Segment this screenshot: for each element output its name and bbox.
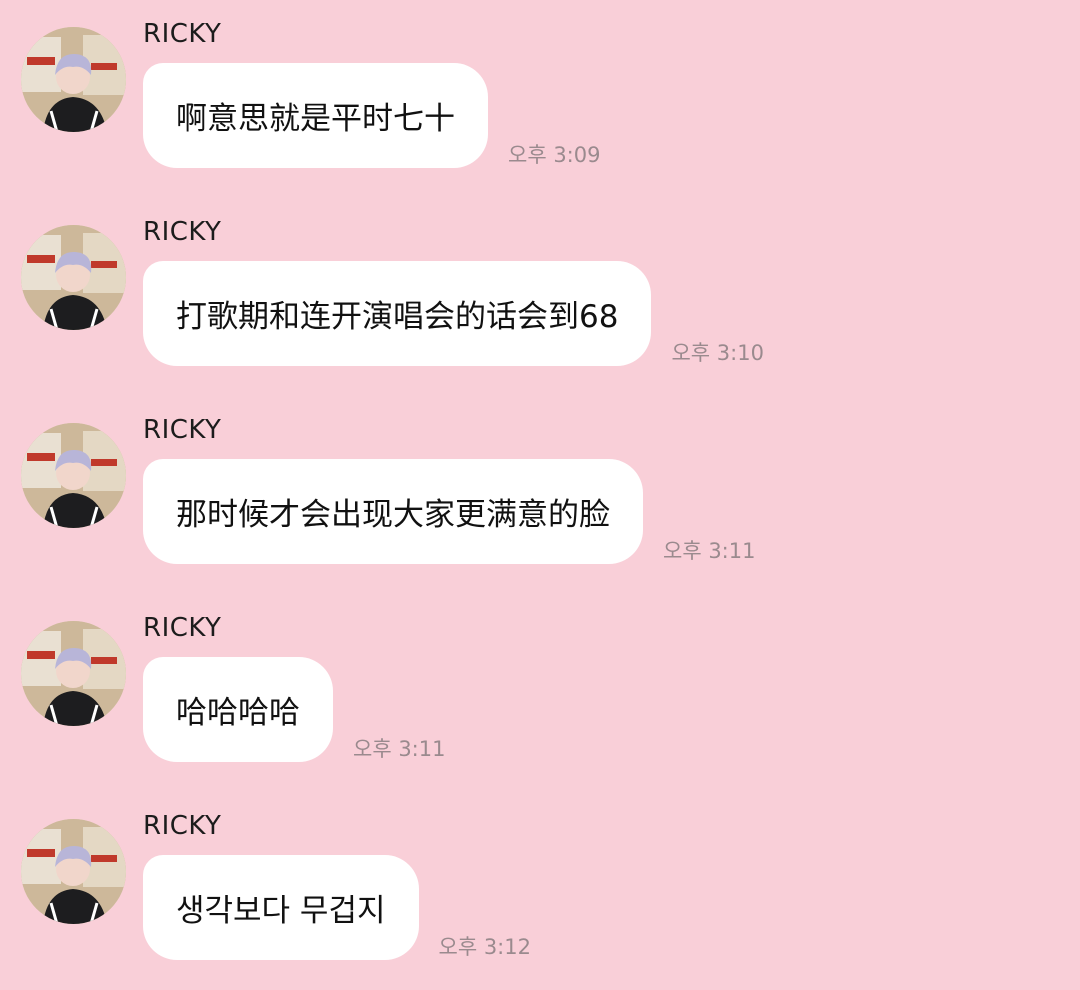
message-timestamp: 오후 3:12: [438, 935, 531, 959]
message-bubble[interactable]: 打歌期和连开演唱会的话会到68: [143, 261, 652, 366]
avatar-photo-icon: [21, 27, 126, 132]
message-timestamp: 오후 3:11: [353, 737, 446, 761]
sender-name: RICKY: [143, 217, 222, 247]
avatar-photo-icon: [21, 621, 126, 726]
message-timestamp: 오후 3:11: [663, 539, 756, 563]
chat-message: RICKY 哈哈哈哈 오후 3:11: [0, 594, 1080, 792]
message-bubble[interactable]: 哈哈哈哈: [143, 657, 333, 762]
avatar[interactable]: [21, 27, 126, 132]
message-bubble[interactable]: 那时候才会出现大家更满意的脸: [143, 459, 643, 564]
message-timestamp: 오후 3:10: [671, 341, 764, 365]
message-timestamp: 오후 3:09: [508, 143, 601, 167]
chat-message: RICKY 那时候才会出现大家更满意的脸 오후 3:11: [0, 396, 1080, 594]
avatar-photo-icon: [21, 423, 126, 528]
sender-name: RICKY: [143, 19, 222, 49]
sender-name: RICKY: [143, 811, 222, 841]
chat-message: RICKY 啊意思就是平时七十 오후 3:09: [0, 0, 1080, 198]
sender-name: RICKY: [143, 415, 222, 445]
message-bubble[interactable]: 생각보다 무겁지: [143, 855, 419, 960]
message-bubble[interactable]: 啊意思就是平时七十: [143, 63, 488, 168]
avatar-photo-icon: [21, 225, 126, 330]
avatar[interactable]: [21, 423, 126, 528]
chat-message: RICKY 생각보다 무겁지 오후 3:12: [0, 792, 1080, 990]
avatar[interactable]: [21, 225, 126, 330]
chat-message-list[interactable]: RICKY 啊意思就是平时七十 오후 3:09 RICKY 打歌期和连开演唱会的…: [0, 0, 1080, 981]
avatar[interactable]: [21, 819, 126, 924]
chat-message: RICKY 打歌期和连开演唱会的话会到68 오후 3:10: [0, 198, 1080, 396]
avatar-photo-icon: [21, 819, 126, 924]
sender-name: RICKY: [143, 613, 222, 643]
avatar[interactable]: [21, 621, 126, 726]
